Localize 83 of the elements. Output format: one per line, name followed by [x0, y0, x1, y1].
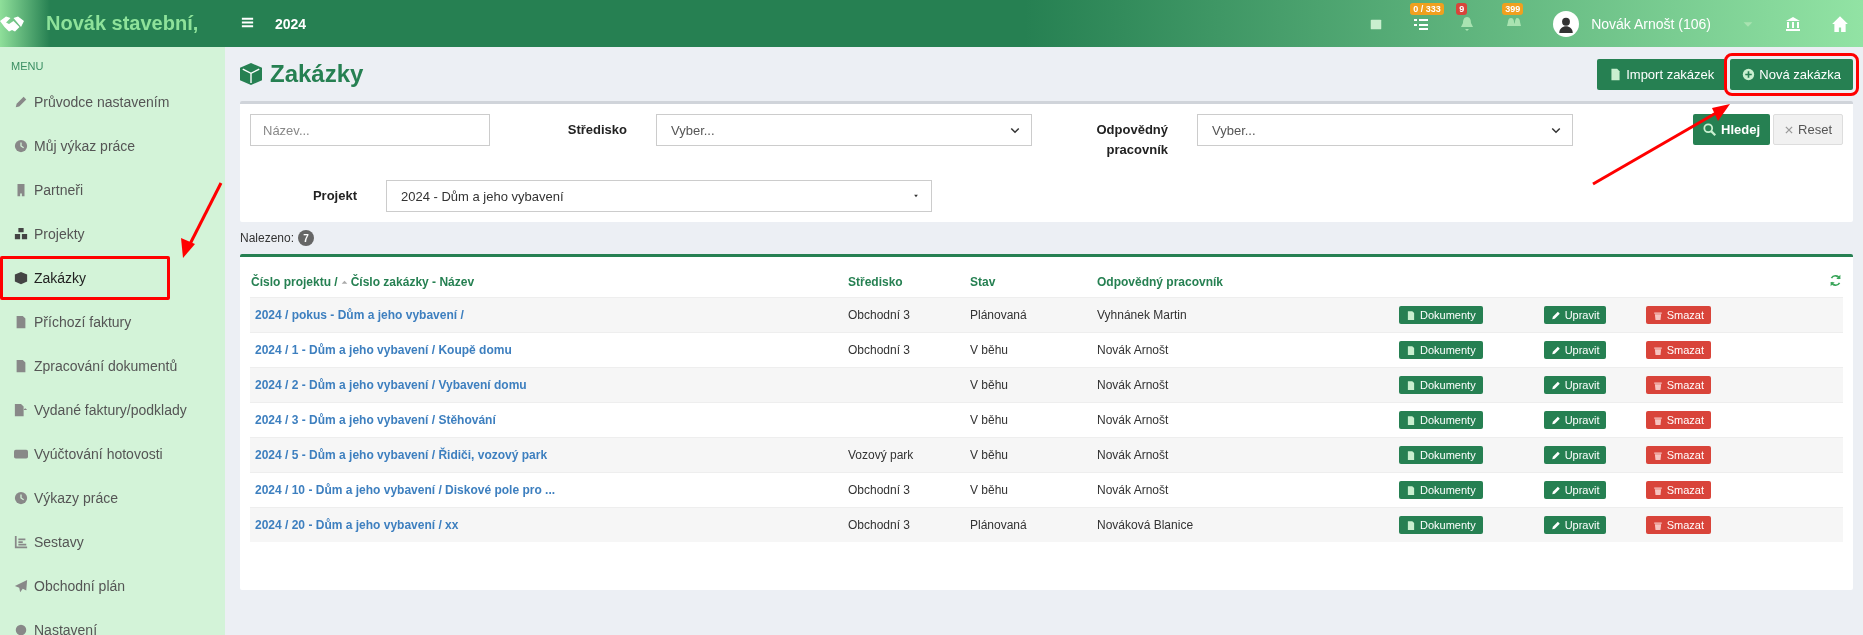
edit-button[interactable]: Upravit: [1543, 446, 1607, 464]
count-badge: 7: [298, 230, 315, 246]
reset-button[interactable]: Reset: [1773, 114, 1843, 145]
column-header[interactable]: Středisko: [848, 275, 903, 289]
year-label[interactable]: 2024: [275, 15, 307, 32]
order-link[interactable]: 2024 / 10 - Dům a jeho vybavení / Diskové pole pro ...: [255, 483, 556, 497]
table-cell: Novák Arnošt: [1097, 343, 1169, 357]
table-cell: Novák Arnošt: [1097, 378, 1169, 392]
table-cell: V běhu: [970, 448, 1009, 462]
name-input-field[interactable]: Název...: [250, 114, 490, 146]
delete-button[interactable]: Smazat: [1645, 481, 1711, 499]
table-cell: V běhu: [970, 413, 1009, 427]
column-header[interactable]: Číslo zakázky - Název: [350, 275, 475, 289]
sidebar-item[interactable]: Sestavy: [0, 526, 215, 558]
edit-button[interactable]: Upravit: [1543, 516, 1607, 534]
table-cell: V běhu: [970, 343, 1009, 357]
order-link[interactable]: 2024 / 20 - Dům a jeho vybavení / xx: [255, 518, 459, 532]
table-cell: Plánovaná: [970, 518, 1027, 532]
order-link[interactable]: 2024 / 5 - Dům a jeho vybavení / Řidiči, vozový park: [255, 448, 548, 462]
table-cell: Nováková Blanice: [1097, 518, 1194, 532]
field-label: Odpovědný pracovník: [1095, 121, 1168, 159]
field-label: Projekt: [311, 187, 357, 205]
documents-button[interactable]: Dokumenty: [1399, 516, 1483, 534]
sidebar-item[interactable]: Zpracování dokumentů: [0, 350, 215, 382]
order-link[interactable]: 2024 / 1 - Dům a jeho vybavení / Koupě domu: [255, 343, 512, 357]
sidebar-item[interactable]: Nastavení: [0, 614, 215, 635]
sidebar-item[interactable]: Můj výkaz práce: [0, 130, 215, 162]
delete-button[interactable]: Smazat: [1645, 446, 1711, 464]
project-select-field[interactable]: 2024 - Dům a jeho vybavení: [386, 180, 932, 212]
edit-button[interactable]: Upravit: [1543, 376, 1607, 394]
table-cell: V běhu: [970, 378, 1009, 392]
documents-button[interactable]: Dokumenty: [1399, 481, 1483, 499]
delete-button[interactable]: Smazat: [1645, 411, 1711, 429]
table-cell: Novák Arnošt: [1097, 413, 1169, 427]
field-label: Středisko: [566, 121, 627, 139]
column-header[interactable]: Odpovědný pracovník: [1097, 275, 1224, 289]
table-cell: Obchodní 3: [848, 343, 911, 357]
table-cell: Plánovaná: [970, 308, 1027, 322]
table-cell: Novák Arnošt: [1097, 448, 1169, 462]
table-cell: Novák Arnošt: [1097, 483, 1169, 497]
delete-button[interactable]: Smazat: [1645, 516, 1711, 534]
documents-button[interactable]: Dokumenty: [1399, 376, 1483, 394]
sidebar-item[interactable]: Zakázky: [0, 256, 170, 300]
order-link[interactable]: 2024 / pokus - Dům a jeho vybavení /: [255, 308, 464, 322]
table-cell: Obchodní 3: [848, 483, 911, 497]
count-badge: 9: [1456, 2, 1468, 15]
search-button[interactable]: Hledej: [1693, 114, 1771, 145]
worker-select-field[interactable]: Vyber...: [1197, 114, 1573, 146]
import-button[interactable]: Import zakázek: [1597, 58, 1727, 90]
delete-button[interactable]: Smazat: [1645, 306, 1711, 324]
edit-button[interactable]: Upravit: [1543, 411, 1607, 429]
page-title: Zakázky: [270, 60, 364, 88]
sidebar-item[interactable]: Vydané faktury/podklady: [0, 394, 215, 426]
sidebar-item[interactable]: Projekty: [0, 218, 215, 250]
delete-button[interactable]: Smazat: [1645, 341, 1711, 359]
sidebar-item[interactable]: Výkazy práce: [0, 482, 215, 514]
found-label: Nalezeno:: [240, 231, 295, 245]
sidebar-item[interactable]: Partneři: [0, 174, 215, 206]
order-link[interactable]: 2024 / 2 - Dům a jeho vybavení / Vybavení domu: [255, 378, 527, 392]
column-header[interactable]: Stav: [970, 275, 996, 289]
count-badge: 399: [1502, 2, 1524, 15]
edit-button[interactable]: Upravit: [1543, 341, 1607, 359]
edit-button[interactable]: Upravit: [1543, 306, 1607, 324]
sidebar-item[interactable]: Obchodní plán: [0, 570, 215, 602]
documents-button[interactable]: Dokumenty: [1399, 411, 1483, 429]
edit-button[interactable]: Upravit: [1543, 481, 1607, 499]
table-cell: Obchodní 3: [848, 518, 911, 532]
documents-button[interactable]: Dokumenty: [1399, 341, 1483, 359]
sidebar-item[interactable]: Vyúčtování hotovosti: [0, 438, 215, 470]
count-badge: 0 / 333: [1410, 2, 1444, 15]
sidebar-item[interactable]: Příchozí faktury: [0, 306, 215, 338]
table-cell: Vozový park: [848, 448, 914, 462]
menu-heading: MENU: [10, 59, 45, 74]
order-link[interactable]: 2024 / 3 - Dům a jeho vybavení / Stěhování: [255, 413, 496, 427]
documents-button[interactable]: Dokumenty: [1399, 446, 1483, 464]
sidebar-item[interactable]: Průvodce nastavením: [0, 86, 215, 118]
table-cell: V běhu: [970, 483, 1009, 497]
center-select-field[interactable]: Vyber...: [656, 114, 1032, 146]
table-cell: Vyhnánek Martin: [1097, 308, 1187, 322]
documents-button[interactable]: Dokumenty: [1399, 306, 1483, 324]
table-cell: Obchodní 3: [848, 308, 911, 322]
delete-button[interactable]: Smazat: [1645, 376, 1711, 394]
column-header[interactable]: Číslo projektu /: [251, 275, 338, 289]
